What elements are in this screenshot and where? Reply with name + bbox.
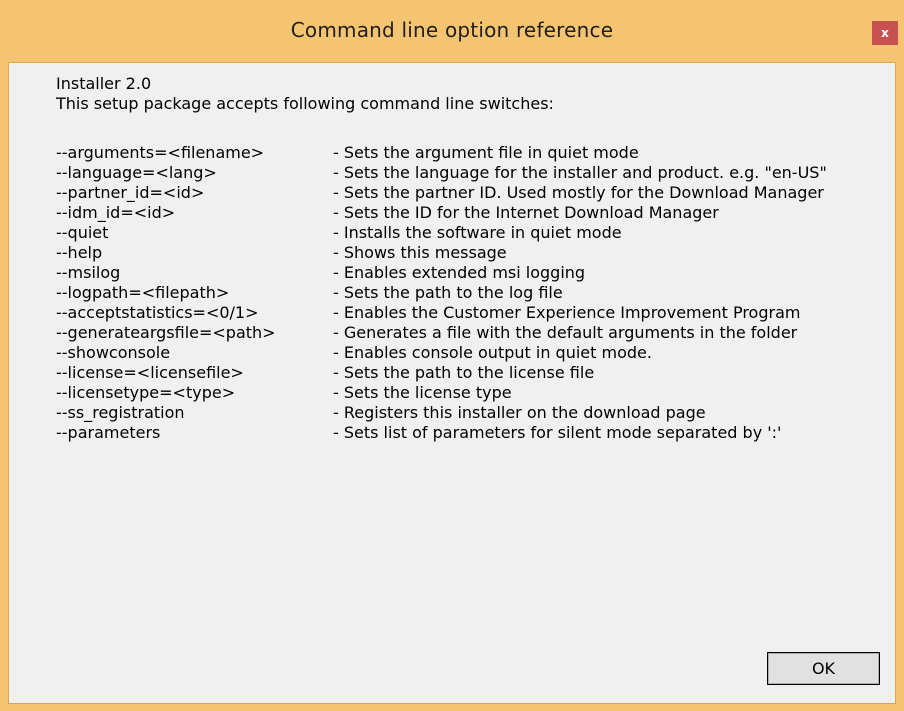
close-icon: x [881,26,889,40]
option-description: - Sets the argument file in quiet mode [333,143,639,162]
option-row: --partner_id=<id> - Sets the partner ID.… [9,183,889,203]
option-description: - Sets list of parameters for silent mod… [333,423,782,442]
option-row: --help - Shows this message [9,243,889,263]
option-row: --msilog - Enables extended msi logging [9,263,889,283]
option-description: - Sets the path to the license file [333,363,595,382]
close-button[interactable]: x [872,21,898,45]
option-description: - Sets the path to the log file [333,283,563,302]
option-description: - Registers this installer on the downlo… [333,403,706,422]
option-row: --quiet - Installs the software in quiet… [9,223,889,243]
option-description: - Generates a file with the default argu… [333,323,798,342]
option-row: --idm_id=<id> - Sets the ID for the Inte… [9,203,889,223]
option-name: --partner_id=<id> [56,183,205,202]
title-bar[interactable]: Command line option reference x [0,0,904,62]
option-name: --ss_registration [56,403,185,422]
option-description: - Enables the Customer Experience Improv… [333,303,801,322]
option-row: --generateargsfile=<path> - Generates a … [9,323,889,343]
option-description: - Sets the ID for the Internet Download … [333,203,719,222]
option-row: --showconsole - Enables console output i… [9,343,889,363]
option-name: --showconsole [56,343,171,362]
option-row: --language=<lang> - Sets the language fo… [9,163,889,183]
option-name: --licensetype=<type> [56,383,236,402]
option-description: - Shows this message [333,243,507,262]
option-name: --msilog [56,263,121,282]
option-row: --parameters - Sets list of parameters f… [9,423,889,443]
option-row: --acceptstatistics=<0/1> - Enables the C… [9,303,889,323]
dialog-content: Installer 2.0 This setup package accepts… [8,62,896,704]
option-row: --arguments=<filename> - Sets the argume… [9,143,889,163]
option-name: --arguments=<filename> [56,143,265,162]
option-description: - Sets the license type [333,383,512,402]
option-description: - Enables extended msi logging [333,263,586,282]
option-name: --logpath=<filepath> [56,283,230,302]
option-name: --idm_id=<id> [56,203,176,222]
option-row: --ss_registration - Registers this insta… [9,403,889,423]
option-row: --license=<licensefile> - Sets the path … [9,363,889,383]
window-title: Command line option reference [290,18,614,42]
option-description: - Sets the language for the installer an… [333,163,827,182]
product-version: Installer 2.0 [56,74,152,93]
option-name: --language=<lang> [56,163,217,182]
ok-button[interactable]: OK [767,652,880,685]
option-description: - Sets the partner ID. Used mostly for t… [333,183,824,202]
intro-text: This setup package accepts following com… [56,94,554,113]
option-name: --acceptstatistics=<0/1> [56,303,259,322]
option-name: --parameters [56,423,161,442]
dialog-window: Command line option reference x Installe… [0,0,904,711]
option-name: --license=<licensefile> [56,363,244,382]
option-name: --generateargsfile=<path> [56,323,276,342]
option-description: - Enables console output in quiet mode. [333,343,652,362]
option-description: - Installs the software in quiet mode [333,223,622,242]
option-name: --quiet [56,223,109,242]
option-row: --logpath=<filepath> - Sets the path to … [9,283,889,303]
option-row: --licensetype=<type> - Sets the license … [9,383,889,403]
option-name: --help [56,243,103,262]
